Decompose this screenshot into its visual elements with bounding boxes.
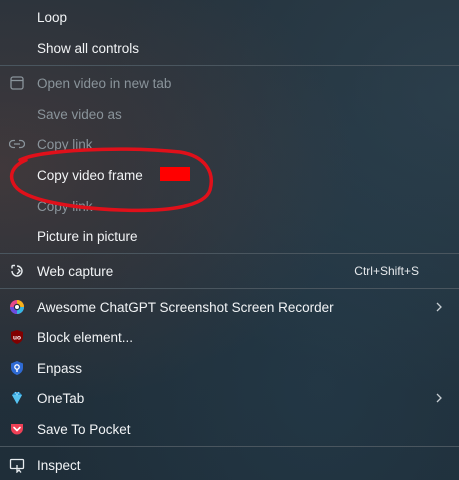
menu-item-web-capture[interactable]: Web capture Ctrl+Shift+S: [0, 256, 459, 286]
menu-item-label: Copy video frame: [37, 167, 143, 183]
menu-item-label: OneTab: [37, 390, 85, 406]
menu-item-label: Enpass: [37, 360, 83, 376]
svg-text:uo: uo: [13, 335, 21, 342]
window-icon: [9, 75, 25, 91]
menu-item-save-to-pocket[interactable]: Save To Pocket: [0, 414, 459, 444]
menu-item-save-video-as[interactable]: Save video as: [0, 99, 459, 129]
menu-item-copy-link[interactable]: Copy link: [0, 129, 459, 159]
menu-item-label: Awesome ChatGPT Screenshot Screen Record…: [37, 299, 334, 315]
menu-item-label: Save To Pocket: [37, 421, 131, 437]
pocket-icon: [9, 421, 25, 437]
ublock-icon: uo: [9, 329, 25, 345]
chevron-right-icon: [436, 302, 442, 312]
redacted-block: [160, 167, 190, 181]
menu-separator: [0, 446, 459, 447]
menu-item-label: Inspect: [37, 457, 81, 473]
web-capture-icon: [9, 263, 25, 279]
shortcut-label: Ctrl+Shift+S: [354, 264, 419, 278]
onetab-icon: [9, 390, 25, 406]
menu-item-label: Copy link: [37, 136, 93, 152]
menu-item-open-video-new-tab[interactable]: Open video in new tab: [0, 68, 459, 98]
menu-item-copy-link-2[interactable]: Copy link: [0, 191, 459, 221]
menu-separator: [0, 288, 459, 289]
menu-item-label: Save video as: [37, 106, 122, 122]
context-menu: Loop Show all controls Open video in new…: [0, 0, 459, 480]
menu-item-label: Block element...: [37, 329, 134, 345]
menu-item-label: Show all controls: [37, 40, 140, 56]
menu-item-label: Web capture: [37, 263, 114, 279]
menu-separator: [0, 253, 459, 254]
enpass-icon: [9, 360, 25, 376]
menu-item-inspect[interactable]: Inspect: [0, 450, 459, 480]
menu-item-block-element[interactable]: uo Block element...: [0, 322, 459, 352]
menu-item-copy-video-frame[interactable]: Copy video frame: [0, 160, 459, 190]
menu-item-label: Open video in new tab: [37, 75, 172, 91]
inspect-icon: [9, 457, 25, 473]
menu-item-onetab[interactable]: OneTab: [0, 383, 459, 413]
menu-item-loop[interactable]: Loop: [0, 2, 459, 32]
menu-item-label: Copy link: [37, 198, 93, 214]
menu-item-label: Picture in picture: [37, 228, 138, 244]
chevron-right-icon: [436, 393, 442, 403]
link-icon: [9, 136, 25, 152]
menu-separator: [0, 65, 459, 66]
menu-item-picture-in-picture[interactable]: Picture in picture: [0, 221, 459, 251]
menu-item-enpass[interactable]: Enpass: [0, 353, 459, 383]
menu-item-label: Loop: [37, 9, 68, 25]
awesome-screenshot-icon: [9, 299, 25, 315]
menu-item-awesome-chatgpt[interactable]: Awesome ChatGPT Screenshot Screen Record…: [0, 292, 459, 322]
menu-item-show-all-controls[interactable]: Show all controls: [0, 33, 459, 63]
